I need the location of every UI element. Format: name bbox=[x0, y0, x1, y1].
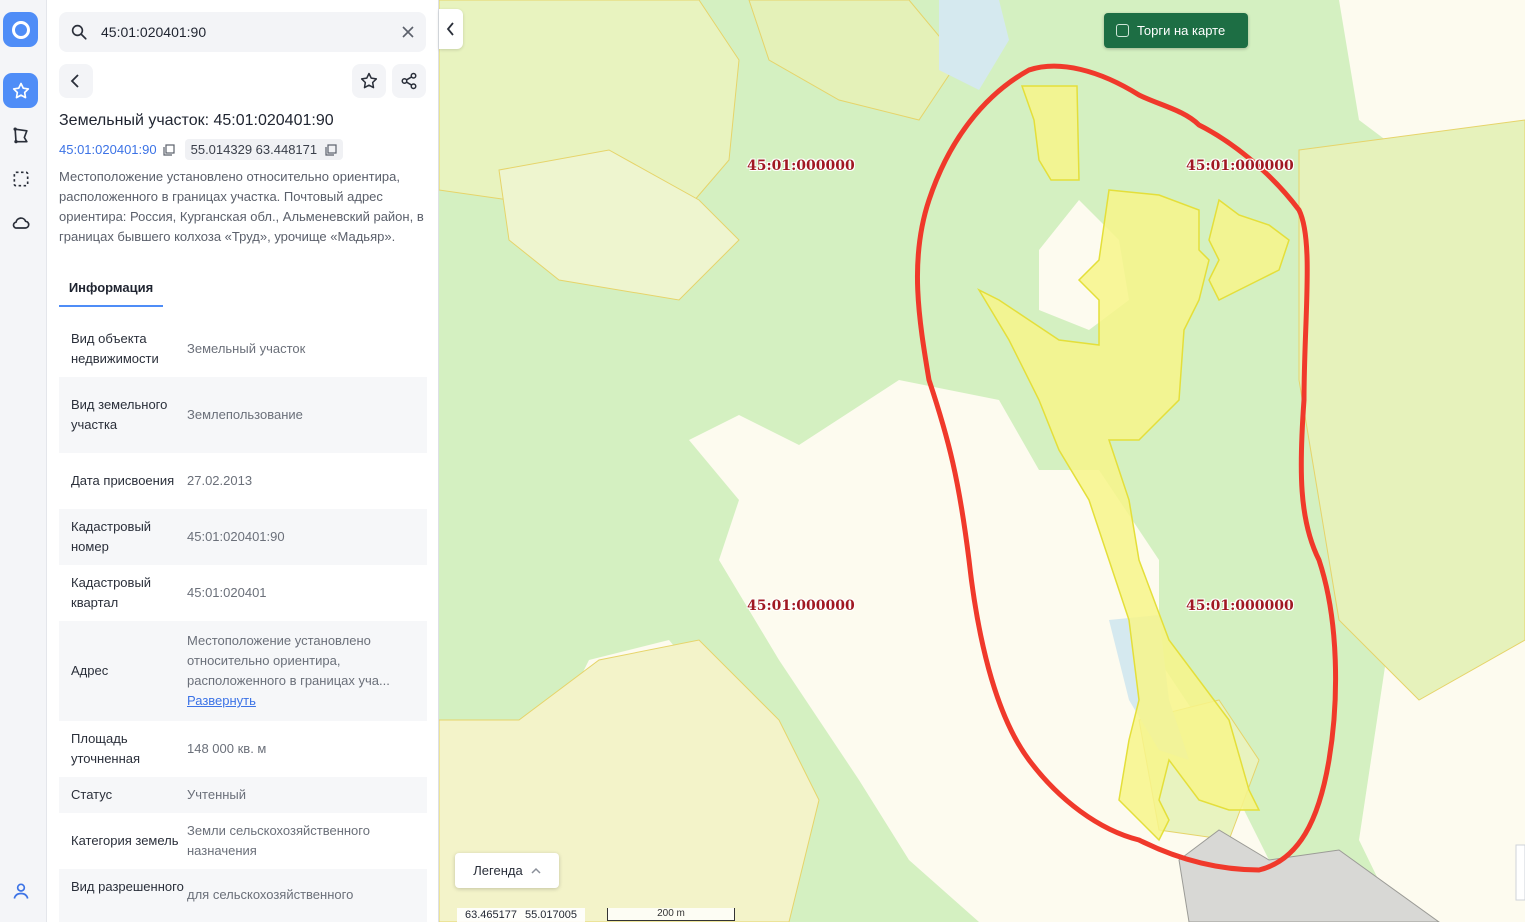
row-key: Адрес bbox=[71, 663, 109, 678]
close-icon[interactable] bbox=[393, 26, 423, 38]
user-icon[interactable] bbox=[3, 873, 38, 908]
info-table: Вид объекта недвижимости Земельный участ… bbox=[59, 321, 427, 922]
cadastral-label: 45:01:000000 bbox=[1186, 598, 1294, 614]
row-value: 148 000 кв. м bbox=[187, 741, 267, 756]
checkbox[interactable] bbox=[1116, 24, 1129, 37]
table-row: Адрес Местоположение установлено относит… bbox=[59, 621, 427, 721]
row-value: Учтенный bbox=[187, 787, 247, 802]
chevron-left-icon bbox=[70, 74, 79, 88]
cadastral-number-link[interactable]: 45:01:020401:90 bbox=[59, 142, 175, 157]
search-icon[interactable] bbox=[59, 23, 99, 41]
longitude-readout: 63.465177 bbox=[465, 909, 517, 921]
share-icon bbox=[401, 72, 417, 90]
table-row: Вид земельного участка Землепользование bbox=[59, 377, 427, 453]
collapse-panel-button[interactable] bbox=[439, 9, 463, 49]
map-view[interactable]: 45:01:000000 45:01:000000 45:01:000000 4… bbox=[439, 0, 1525, 922]
table-row: Кадастровый квартал 45:01:020401 bbox=[59, 565, 427, 621]
cadastral-label: 45:01:000000 bbox=[747, 598, 855, 614]
legend-button[interactable]: Легенда bbox=[455, 853, 559, 888]
tab-information[interactable]: Информация bbox=[59, 280, 163, 307]
torgi-label: Торги на карте bbox=[1137, 23, 1226, 38]
table-row: Дата присвоения 27.02.2013 bbox=[59, 453, 427, 509]
coordinates-text: 55.014329 63.448171 bbox=[190, 142, 318, 157]
star-icon bbox=[360, 72, 378, 89]
cadastral-label: 45:01:000000 bbox=[1186, 158, 1294, 174]
row-key: Дата присвоения bbox=[71, 473, 175, 488]
table-row: Вид разрешенного для сельскохозяйственно… bbox=[59, 869, 427, 922]
row-key: Площадь уточненная bbox=[71, 731, 141, 766]
back-button[interactable] bbox=[59, 64, 93, 98]
chevron-left-icon bbox=[446, 22, 454, 36]
page-title: Земельный участок: 45:01:020401:90 bbox=[59, 112, 334, 129]
map-edge-control bbox=[1515, 844, 1525, 901]
table-row: Вид объекта недвижимости Земельный участ… bbox=[59, 321, 427, 377]
row-key: Категория земель bbox=[71, 833, 179, 848]
app-logo-icon[interactable] bbox=[3, 12, 38, 47]
coordinates-chip[interactable]: 55.014329 63.448171 bbox=[184, 139, 344, 160]
polygon-tool-icon[interactable] bbox=[3, 117, 38, 152]
row-key: Кадастровый квартал bbox=[71, 575, 152, 610]
favorite-button[interactable] bbox=[352, 64, 386, 98]
table-row: Кадастровый номер 45:01:020401:90 bbox=[59, 509, 427, 565]
legend-label: Легенда bbox=[473, 863, 523, 878]
row-value: для сельскохозяйственного bbox=[187, 887, 354, 902]
row-key: Кадастровый номер bbox=[71, 519, 152, 554]
row-value: Земли сельскохозяйственного назначения bbox=[187, 823, 370, 858]
row-key: Вид земельного участка bbox=[71, 397, 168, 432]
share-button[interactable] bbox=[392, 64, 426, 98]
address-text: Местоположение установлено относительно … bbox=[187, 633, 390, 688]
row-value: 45:01:020401 bbox=[187, 585, 267, 600]
row-value: Землепользование bbox=[187, 407, 303, 422]
table-row: Статус Учтенный bbox=[59, 777, 427, 813]
row-key: Статус bbox=[71, 787, 113, 802]
search-bar bbox=[59, 12, 426, 52]
cadastral-label: 45:01:000000 bbox=[747, 158, 855, 174]
copy-icon[interactable] bbox=[325, 143, 337, 156]
info-panel: Земельный участок: 45:01:020401:90 45:01… bbox=[47, 0, 439, 922]
row-value: Земельный участок bbox=[187, 341, 306, 356]
row-value: 27.02.2013 bbox=[187, 473, 253, 488]
copy-icon[interactable] bbox=[163, 143, 175, 156]
select-area-icon[interactable] bbox=[3, 161, 38, 196]
cadastral-number-text: 45:01:020401:90 bbox=[59, 142, 157, 157]
location-description: Местоположение установлено относительно … bbox=[59, 169, 424, 244]
row-value: Местоположение установлено относительно … bbox=[187, 631, 422, 711]
cloud-icon[interactable] bbox=[3, 205, 38, 240]
latitude-readout: 55.017005 bbox=[525, 909, 577, 921]
scale-bar: 200 m bbox=[607, 908, 735, 921]
torgi-toggle-button[interactable]: Торги на карте bbox=[1104, 13, 1248, 48]
expand-link[interactable]: Развернуть bbox=[187, 691, 422, 711]
row-value: 45:01:020401:90 bbox=[187, 529, 285, 544]
star-icon[interactable] bbox=[3, 73, 38, 108]
table-row: Категория земель Земли сельскохозяйствен… bbox=[59, 813, 427, 869]
cursor-coordinates: 63.465177 55.017005 bbox=[457, 908, 585, 922]
left-rail bbox=[0, 0, 47, 922]
row-key: Вид разрешенного bbox=[71, 879, 184, 894]
row-key: Вид объекта недвижимости bbox=[71, 331, 159, 366]
cadastral-map-layer bbox=[439, 0, 1525, 922]
search-input[interactable] bbox=[99, 23, 393, 41]
table-row: Площадь уточненная 148 000 кв. м bbox=[59, 721, 427, 777]
chevron-up-icon bbox=[531, 867, 541, 874]
